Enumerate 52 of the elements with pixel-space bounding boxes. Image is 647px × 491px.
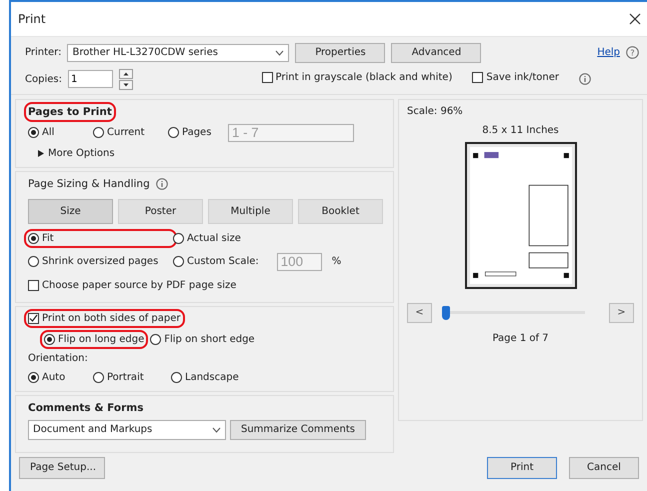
comments-dropdown[interactable]: Document and Markups <box>28 420 226 440</box>
spin-up-icon[interactable] <box>118 68 133 79</box>
sizing-tab[interactable]: Poster <box>118 198 203 224</box>
dialog-button[interactable]: Properties <box>295 42 386 63</box>
radio-option[interactable]: Actual size <box>173 232 383 244</box>
radio-option[interactable]: All <box>28 127 93 138</box>
radio-option[interactable]: Auto <box>28 372 93 383</box>
radio-option[interactable]: Shrink oversized pages <box>28 256 173 268</box>
spin-down-icon[interactable] <box>118 80 133 90</box>
checkbox-option[interactable]: Choose paper source by PDF page size <box>28 280 236 291</box>
checkbox-option[interactable]: Print on both sides of paper <box>28 312 181 324</box>
radio-option[interactable]: Landscape <box>171 372 383 383</box>
section-title: Page Sizing & Handling <box>28 178 150 190</box>
scale-label: Scale: 96% <box>407 106 463 117</box>
cancel-button[interactable]: Cancel <box>569 456 639 479</box>
slider-thumb[interactable] <box>442 306 450 320</box>
help-icon[interactable]: ? <box>626 46 639 60</box>
printer-dropdown[interactable]: Brother HL-L3270CDW series <box>67 44 290 62</box>
section-title: Comments & Forms <box>28 402 144 414</box>
next-page-button[interactable]: > <box>609 302 634 323</box>
checkbox-option[interactable]: Save ink/toner <box>472 72 559 84</box>
dialog-button[interactable]: Advanced <box>391 42 482 63</box>
sizing-tab[interactable]: Multiple <box>208 198 293 224</box>
radio-option[interactable]: Custom Scale: <box>173 256 259 268</box>
more-options-toggle[interactable]: More Options <box>38 148 383 159</box>
caret-icon <box>212 426 221 433</box>
orientation-label: Orientation: <box>28 352 88 364</box>
sizing-tab[interactable]: Booklet <box>298 198 383 224</box>
printer-label: Printer: <box>25 47 62 58</box>
page-count: Page 1 of 7 <box>492 332 549 344</box>
print-button[interactable]: Print <box>487 456 557 479</box>
percent-label: % <box>332 256 342 268</box>
info-icon[interactable] <box>156 178 168 190</box>
caret-icon <box>275 50 284 56</box>
info-icon[interactable] <box>579 73 591 86</box>
previous-page-button[interactable]: < <box>407 302 432 323</box>
help-link[interactable]: Help <box>597 47 620 58</box>
copies-label: Copies: <box>25 74 62 85</box>
radio-option[interactable]: Flip on short edge <box>150 334 255 345</box>
sizing-tab[interactable]: Size <box>28 198 113 224</box>
close-icon[interactable] <box>629 12 641 25</box>
radio-option[interactable]: Pages <box>168 127 228 138</box>
checkmark-icon <box>29 314 38 323</box>
radio-option[interactable]: Portrait <box>93 372 171 383</box>
checkbox-option[interactable]: Print in grayscale (black and white) <box>262 72 452 84</box>
summarize-comments-button[interactable]: Summarize Comments <box>230 420 366 440</box>
paper-size-label: 8.5 x 11 Inches <box>482 124 559 136</box>
expand-icon <box>38 150 44 157</box>
window-title: Print <box>18 12 46 26</box>
copies-field[interactable]: 1 <box>68 70 113 88</box>
radio-option[interactable]: Current <box>93 127 168 138</box>
page-setup-button[interactable]: Page Setup... <box>19 456 105 479</box>
